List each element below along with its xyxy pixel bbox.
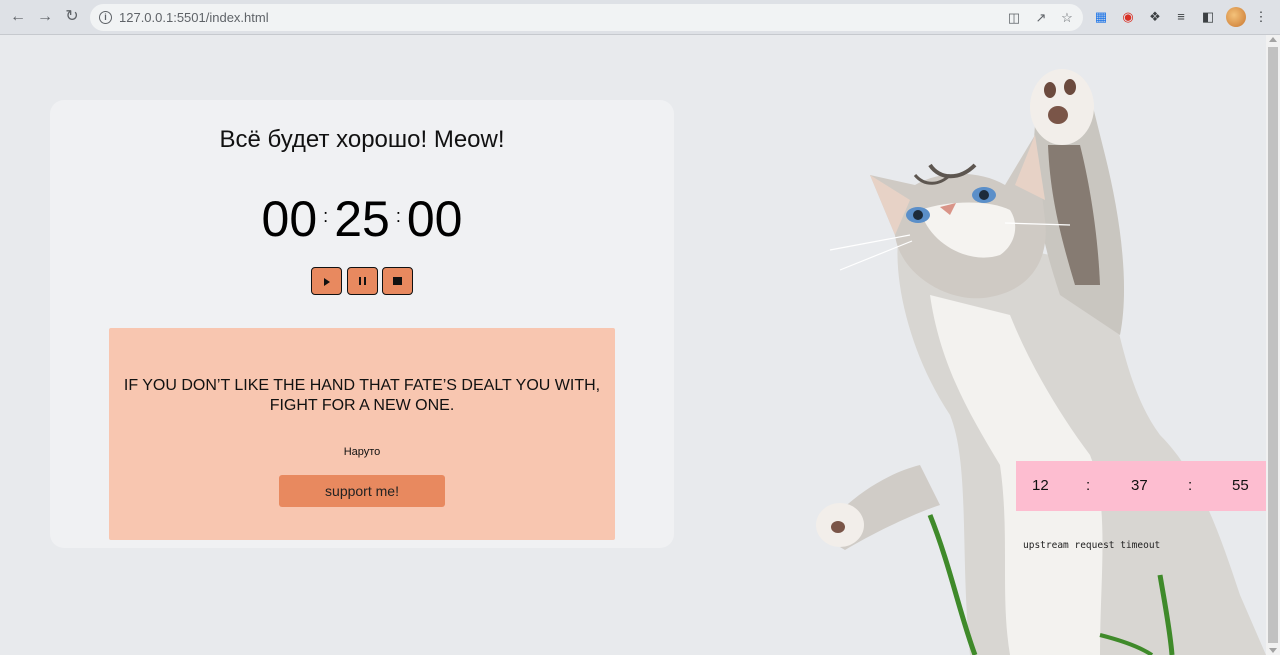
back-icon[interactable]: ← (8, 7, 28, 27)
forward-icon[interactable]: → (35, 7, 55, 27)
clock-minutes: 37 (1131, 477, 1148, 494)
reading-list-icon[interactable]: ≡ (1172, 8, 1190, 26)
clock-seconds: 55 (1232, 477, 1249, 494)
browser-toolbar: ← → ↻ i 127.0.0.1:5501/index.html ◫ ↗ ☆ … (0, 0, 1280, 35)
scroll-up-icon[interactable] (1269, 37, 1277, 42)
timer-seconds: 00 (406, 191, 463, 247)
site-info-icon[interactable]: i (99, 11, 112, 24)
timer-minutes: 25 (334, 191, 390, 247)
play-button[interactable] (311, 267, 342, 295)
page-scrollbar[interactable] (1266, 35, 1280, 655)
page-title: Всё будет хорошо! Meow! (219, 126, 505, 153)
cat-image (816, 69, 1266, 655)
side-panel-icon[interactable]: ◧ (1199, 8, 1217, 26)
quote-box: IF YOU DON’T LIKE THE HAND THAT FATE’S D… (109, 328, 615, 540)
quote-author: Наруто (343, 446, 381, 458)
clock-separator: : (1086, 477, 1091, 494)
timer-hours: 00 (261, 191, 318, 247)
play-icon (324, 278, 330, 286)
translate-extension-icon[interactable]: ▦ (1092, 8, 1110, 26)
support-button[interactable]: support me! (279, 475, 445, 507)
scrollbar-thumb[interactable] (1268, 47, 1278, 643)
countdown-timer: 00:25:00 (50, 190, 674, 248)
address-bar[interactable]: i 127.0.0.1:5501/index.html ◫ ↗ ☆ (90, 4, 1083, 31)
translate-icon[interactable]: ◫ (1005, 9, 1023, 27)
extension-s-icon[interactable]: ◉ (1119, 8, 1137, 26)
stop-icon (393, 277, 402, 285)
timer-separator: : (323, 206, 329, 226)
stop-button[interactable] (382, 267, 413, 295)
extensions-puzzle-icon[interactable]: ❖ (1146, 8, 1164, 26)
profile-avatar[interactable] (1226, 7, 1246, 27)
error-message: upstream request timeout (1023, 540, 1161, 551)
bookmark-star-icon[interactable]: ☆ (1058, 9, 1076, 27)
reload-icon[interactable]: ↻ (62, 7, 82, 27)
pause-button[interactable] (347, 267, 378, 295)
clock-hours: 12 (1032, 477, 1049, 494)
scroll-down-icon[interactable] (1269, 648, 1277, 653)
pause-icon (359, 277, 366, 285)
share-icon[interactable]: ↗ (1032, 9, 1050, 27)
menu-kebab-icon[interactable]: ⋮ (1252, 8, 1270, 26)
timer-separator: : (395, 206, 401, 226)
current-time-clock: 12 : 37 : 55 (1016, 461, 1266, 511)
clock-separator: : (1188, 477, 1193, 494)
quote-text: IF YOU DON’T LIKE THE HAND THAT FATE’S D… (123, 377, 601, 414)
pomodoro-card: Всё будет хорошо! Meow! 00:25:00 IF YOU … (50, 100, 674, 548)
url-text[interactable]: 127.0.0.1:5501/index.html (119, 10, 269, 25)
